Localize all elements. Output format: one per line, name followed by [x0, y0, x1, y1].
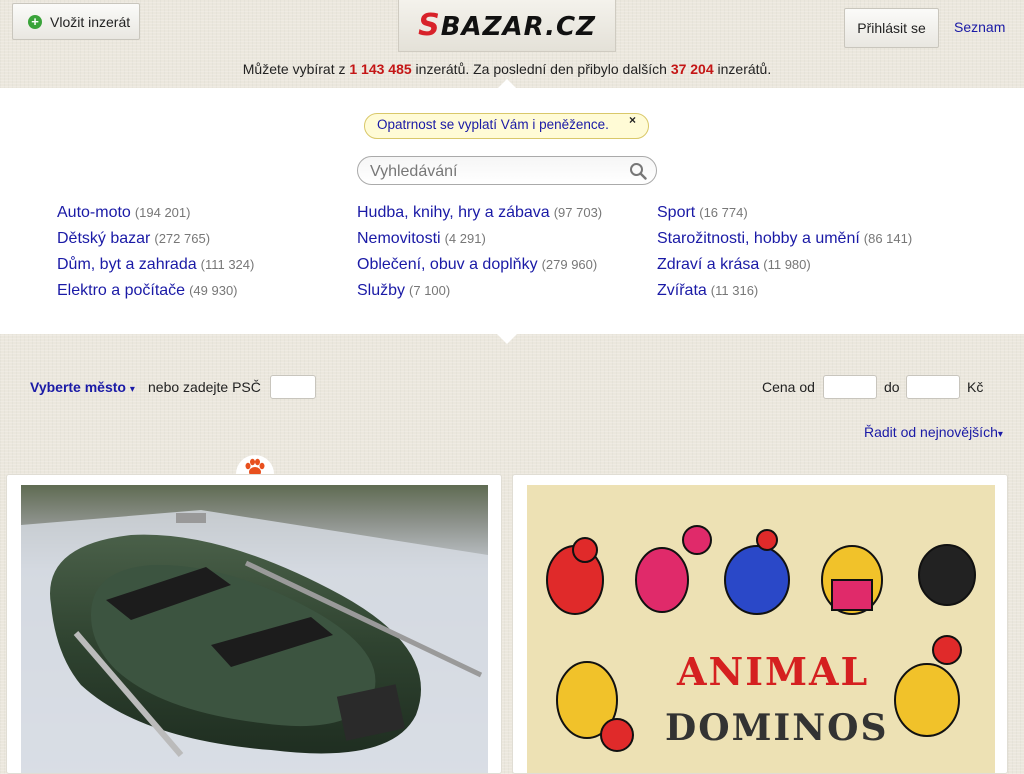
- category-item: Zvířata (11 316): [657, 278, 912, 304]
- category-link-hudba[interactable]: Hudba, knihy, hry a zábava: [357, 204, 550, 221]
- category-item: Oblečení, obuv a doplňky (279 960): [357, 252, 602, 278]
- listing-card[interactable]: ANIMAL DOMINOS: [512, 474, 1008, 774]
- category-link-dum-byt-zahrada[interactable]: Dům, byt a zahrada: [57, 256, 197, 273]
- chevron-down-icon: ▾: [129, 384, 135, 395]
- category-item: Dětský bazar (272 765): [57, 226, 254, 252]
- price-to-input[interactable]: [906, 375, 960, 399]
- chevron-down-icon: ▾: [997, 429, 1003, 440]
- category-item: Elektro a počítače (49 930): [57, 278, 254, 304]
- category-item: Auto-moto (194 201): [57, 200, 254, 226]
- psc-input[interactable]: [270, 375, 316, 399]
- panel-notch-bottom: [497, 334, 517, 344]
- close-icon[interactable]: ×: [629, 113, 636, 127]
- category-link-nemovitosti[interactable]: Nemovitosti: [357, 230, 441, 247]
- category-count: (97 703): [553, 205, 603, 220]
- caution-notice-text: Opatrnost se vyplatí Vám i peněžence.: [377, 117, 609, 132]
- category-link-starozitnosti[interactable]: Starožitnosti, hobby a umění: [657, 230, 860, 247]
- price-from-label: Cena od: [762, 379, 815, 395]
- top-bar: + Vložit inzerát SBAZAR.CZ Přihlásit se …: [0, 0, 1024, 88]
- category-item: Hudba, knihy, hry a zábava (97 703): [357, 200, 602, 226]
- category-count: (11 316): [710, 283, 759, 298]
- new-count: 37 204: [670, 61, 714, 77]
- logo-tab[interactable]: SBAZAR.CZ: [398, 0, 616, 52]
- category-link-detsky-bazar[interactable]: Dětský bazar: [57, 230, 150, 247]
- category-link-obleceni[interactable]: Oblečení, obuv a doplňky: [357, 256, 538, 273]
- listing-photo-dominos[interactable]: ANIMAL DOMINOS: [527, 485, 995, 773]
- category-count: (279 960): [541, 257, 598, 272]
- category-count: (111 324): [200, 257, 255, 272]
- listing-photo-boat[interactable]: [21, 485, 488, 773]
- search-box: [357, 156, 657, 185]
- add-listing-button[interactable]: + Vložit inzerát: [12, 3, 140, 40]
- category-link-sluzby[interactable]: Služby: [357, 282, 405, 299]
- category-count: (86 141): [863, 231, 913, 246]
- category-panel: Opatrnost se vyplatí Vám i peněžence. × …: [0, 79, 1024, 344]
- category-link-auto-moto[interactable]: Auto-moto: [57, 204, 131, 221]
- listing-card[interactable]: [6, 474, 502, 774]
- dominos-image: ANIMAL DOMINOS: [527, 485, 995, 773]
- category-column-1: Auto-moto (194 201) Dětský bazar (272 765)…: [57, 200, 254, 304]
- category-item: Služby (7 100): [357, 278, 602, 304]
- category-item: Sport (16 774): [657, 200, 912, 226]
- category-link-zvirata[interactable]: Zvířata: [657, 282, 707, 299]
- category-count: (272 765): [154, 231, 211, 246]
- category-count: (49 930): [189, 283, 238, 298]
- login-button[interactable]: Přihlásit se: [844, 8, 939, 48]
- currency-label: Kč: [967, 379, 984, 395]
- sort-select[interactable]: Řadit od nejnovějších▾: [864, 424, 1003, 440]
- panel-notch-top: [497, 79, 517, 89]
- category-count: (7 100): [409, 283, 451, 298]
- svg-text:ANIMAL: ANIMAL: [676, 649, 869, 694]
- boat-image: [21, 485, 488, 773]
- total-count: 1 143 485: [349, 61, 412, 77]
- add-listing-label: Vložit inzerát: [50, 13, 131, 30]
- sbazar-logo: SBAZAR.CZ: [418, 8, 596, 43]
- city-select[interactable]: Vyberte město ▾: [30, 379, 135, 395]
- seznam-link[interactable]: Seznam: [954, 19, 1005, 35]
- category-item: Zdraví a krása (11 980): [657, 252, 912, 278]
- category-item: Dům, byt a zahrada (111 324): [57, 252, 254, 278]
- category-count: (11 980): [763, 257, 811, 272]
- category-item: Starožitnosti, hobby a umění (86 141): [657, 226, 912, 252]
- search-icon[interactable]: [629, 162, 647, 180]
- psc-label: nebo zadejte PSČ: [148, 379, 261, 395]
- search-input[interactable]: [368, 161, 622, 183]
- category-count: (194 201): [134, 205, 191, 220]
- category-count: (16 774): [699, 205, 748, 220]
- caution-notice[interactable]: Opatrnost se vyplatí Vám i peněžence. ×: [364, 113, 649, 139]
- price-to-label: do: [884, 379, 900, 395]
- category-column-3: Sport (16 774) Starožitnosti, hobby a umě…: [657, 200, 912, 304]
- svg-text:DOMINOS: DOMINOS: [665, 707, 889, 749]
- listing-stats: Můžete vybírat z 1 143 485 inzerátů. Za …: [242, 61, 772, 77]
- category-link-zdravi[interactable]: Zdraví a krása: [657, 256, 759, 273]
- category-item: Nemovitosti (4 291): [357, 226, 602, 252]
- price-from-input[interactable]: [823, 375, 877, 399]
- category-link-elektro[interactable]: Elektro a počítače: [57, 282, 185, 299]
- category-column-2: Hudba, knihy, hry a zábava (97 703) Nemov…: [357, 200, 602, 304]
- category-count: (4 291): [444, 231, 486, 246]
- category-link-sport[interactable]: Sport: [657, 204, 695, 221]
- plus-icon: +: [28, 14, 42, 29]
